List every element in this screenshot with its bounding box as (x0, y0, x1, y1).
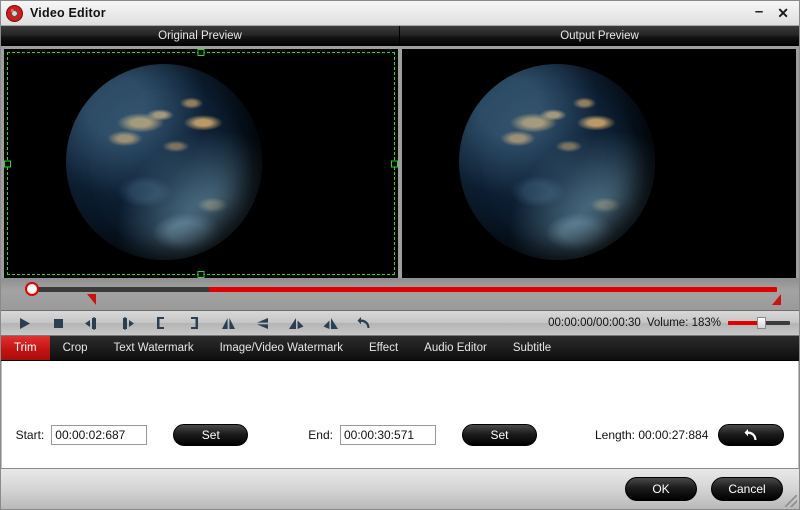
trim-controls-row: Start: Set End: Set Length: 00:00:27:884 (2, 424, 798, 446)
start-time-input[interactable] (51, 425, 147, 445)
set-start-bracket-icon (155, 316, 166, 330)
title-bar: Video Editor – ✕ (1, 1, 799, 26)
preview-area (1, 46, 799, 278)
trim-reset-button[interactable] (718, 424, 784, 446)
crop-handle-right[interactable] (391, 160, 398, 167)
set-start-button[interactable] (143, 311, 177, 335)
length-label: Length: 00:00:27:884 (595, 428, 708, 442)
tab-text-watermark[interactable]: Text Watermark (101, 336, 207, 360)
tab-effect[interactable]: Effect (356, 336, 411, 360)
reset-button[interactable] (347, 311, 381, 335)
video-editor-window: Video Editor – ✕ Original Preview Output… (0, 0, 800, 510)
flip-horizontal-icon (221, 317, 236, 330)
volume-knob[interactable] (757, 317, 766, 329)
flip-vertical-icon (255, 317, 270, 330)
set-end-button[interactable] (177, 311, 211, 335)
time-readout: 00:00:00/00:00:30 (548, 317, 647, 329)
play-icon (18, 317, 31, 330)
window-controls: – ✕ (755, 6, 795, 21)
undo-arrow-icon (744, 428, 759, 442)
video-frame-earth-image (66, 64, 262, 260)
editor-tabs: Trim Crop Text Watermark Image/Video Wat… (1, 336, 799, 361)
rotate-left-button[interactable] (279, 311, 313, 335)
set-end-time-button[interactable]: Set (462, 424, 537, 446)
next-frame-icon (118, 317, 135, 330)
minimize-button[interactable]: – (755, 4, 763, 19)
output-frame-earth-image (459, 64, 655, 260)
previous-frame-icon (84, 317, 101, 330)
original-preview-label: Original Preview (1, 26, 400, 46)
tab-crop[interactable]: Crop (50, 336, 101, 360)
rotate-right-button[interactable] (313, 311, 347, 335)
window-title: Video Editor (30, 6, 106, 20)
set-start-time-button[interactable]: Set (173, 424, 248, 446)
volume-slider[interactable] (728, 315, 790, 331)
close-button[interactable]: ✕ (777, 6, 789, 20)
reset-icon (357, 316, 372, 330)
timeline-track[interactable] (29, 287, 777, 292)
original-preview-pane[interactable] (4, 49, 398, 278)
rotate-right-icon (322, 317, 339, 330)
end-label: End: (308, 428, 333, 442)
playback-toolbar: 00:00:00/00:00:30 Volume: 183% (1, 310, 799, 336)
app-logo-icon (6, 5, 23, 22)
timeline-playhead[interactable] (25, 282, 39, 296)
dialog-footer: OK Cancel (1, 468, 799, 509)
stop-button[interactable] (41, 311, 75, 335)
volume-fill (728, 321, 760, 325)
tab-subtitle[interactable]: Subtitle (500, 336, 564, 360)
flip-horizontal-button[interactable] (211, 311, 245, 335)
resize-grip[interactable] (785, 495, 797, 507)
output-preview-pane[interactable] (402, 49, 796, 278)
set-end-bracket-icon (189, 316, 200, 330)
trim-start-marker[interactable] (87, 294, 96, 305)
output-preview-label: Output Preview (400, 26, 799, 46)
previous-frame-button[interactable] (75, 311, 109, 335)
tab-trim[interactable]: Trim (1, 336, 50, 360)
ok-button[interactable]: OK (625, 477, 697, 501)
rotate-left-icon (288, 317, 305, 330)
next-frame-button[interactable] (109, 311, 143, 335)
end-time-input[interactable] (340, 425, 436, 445)
stop-icon (52, 317, 65, 330)
preview-headers: Original Preview Output Preview (1, 26, 799, 46)
crop-handle-top[interactable] (198, 49, 205, 56)
tab-audio-editor[interactable]: Audio Editor (411, 336, 500, 360)
crop-handle-left[interactable] (4, 160, 11, 167)
flip-vertical-button[interactable] (245, 311, 279, 335)
timeline[interactable] (1, 278, 799, 310)
trim-end-marker[interactable] (772, 294, 781, 305)
timeline-elapsed (29, 287, 209, 292)
start-label: Start: (16, 428, 45, 442)
tab-image-video-watermark[interactable]: Image/Video Watermark (207, 336, 356, 360)
volume-label: Volume: 183% (647, 317, 721, 329)
crop-handle-bottom[interactable] (198, 271, 205, 278)
trim-panel: Start: Set End: Set Length: 00:00:27:884 (1, 361, 799, 468)
play-button[interactable] (7, 311, 41, 335)
cancel-button[interactable]: Cancel (711, 477, 783, 501)
